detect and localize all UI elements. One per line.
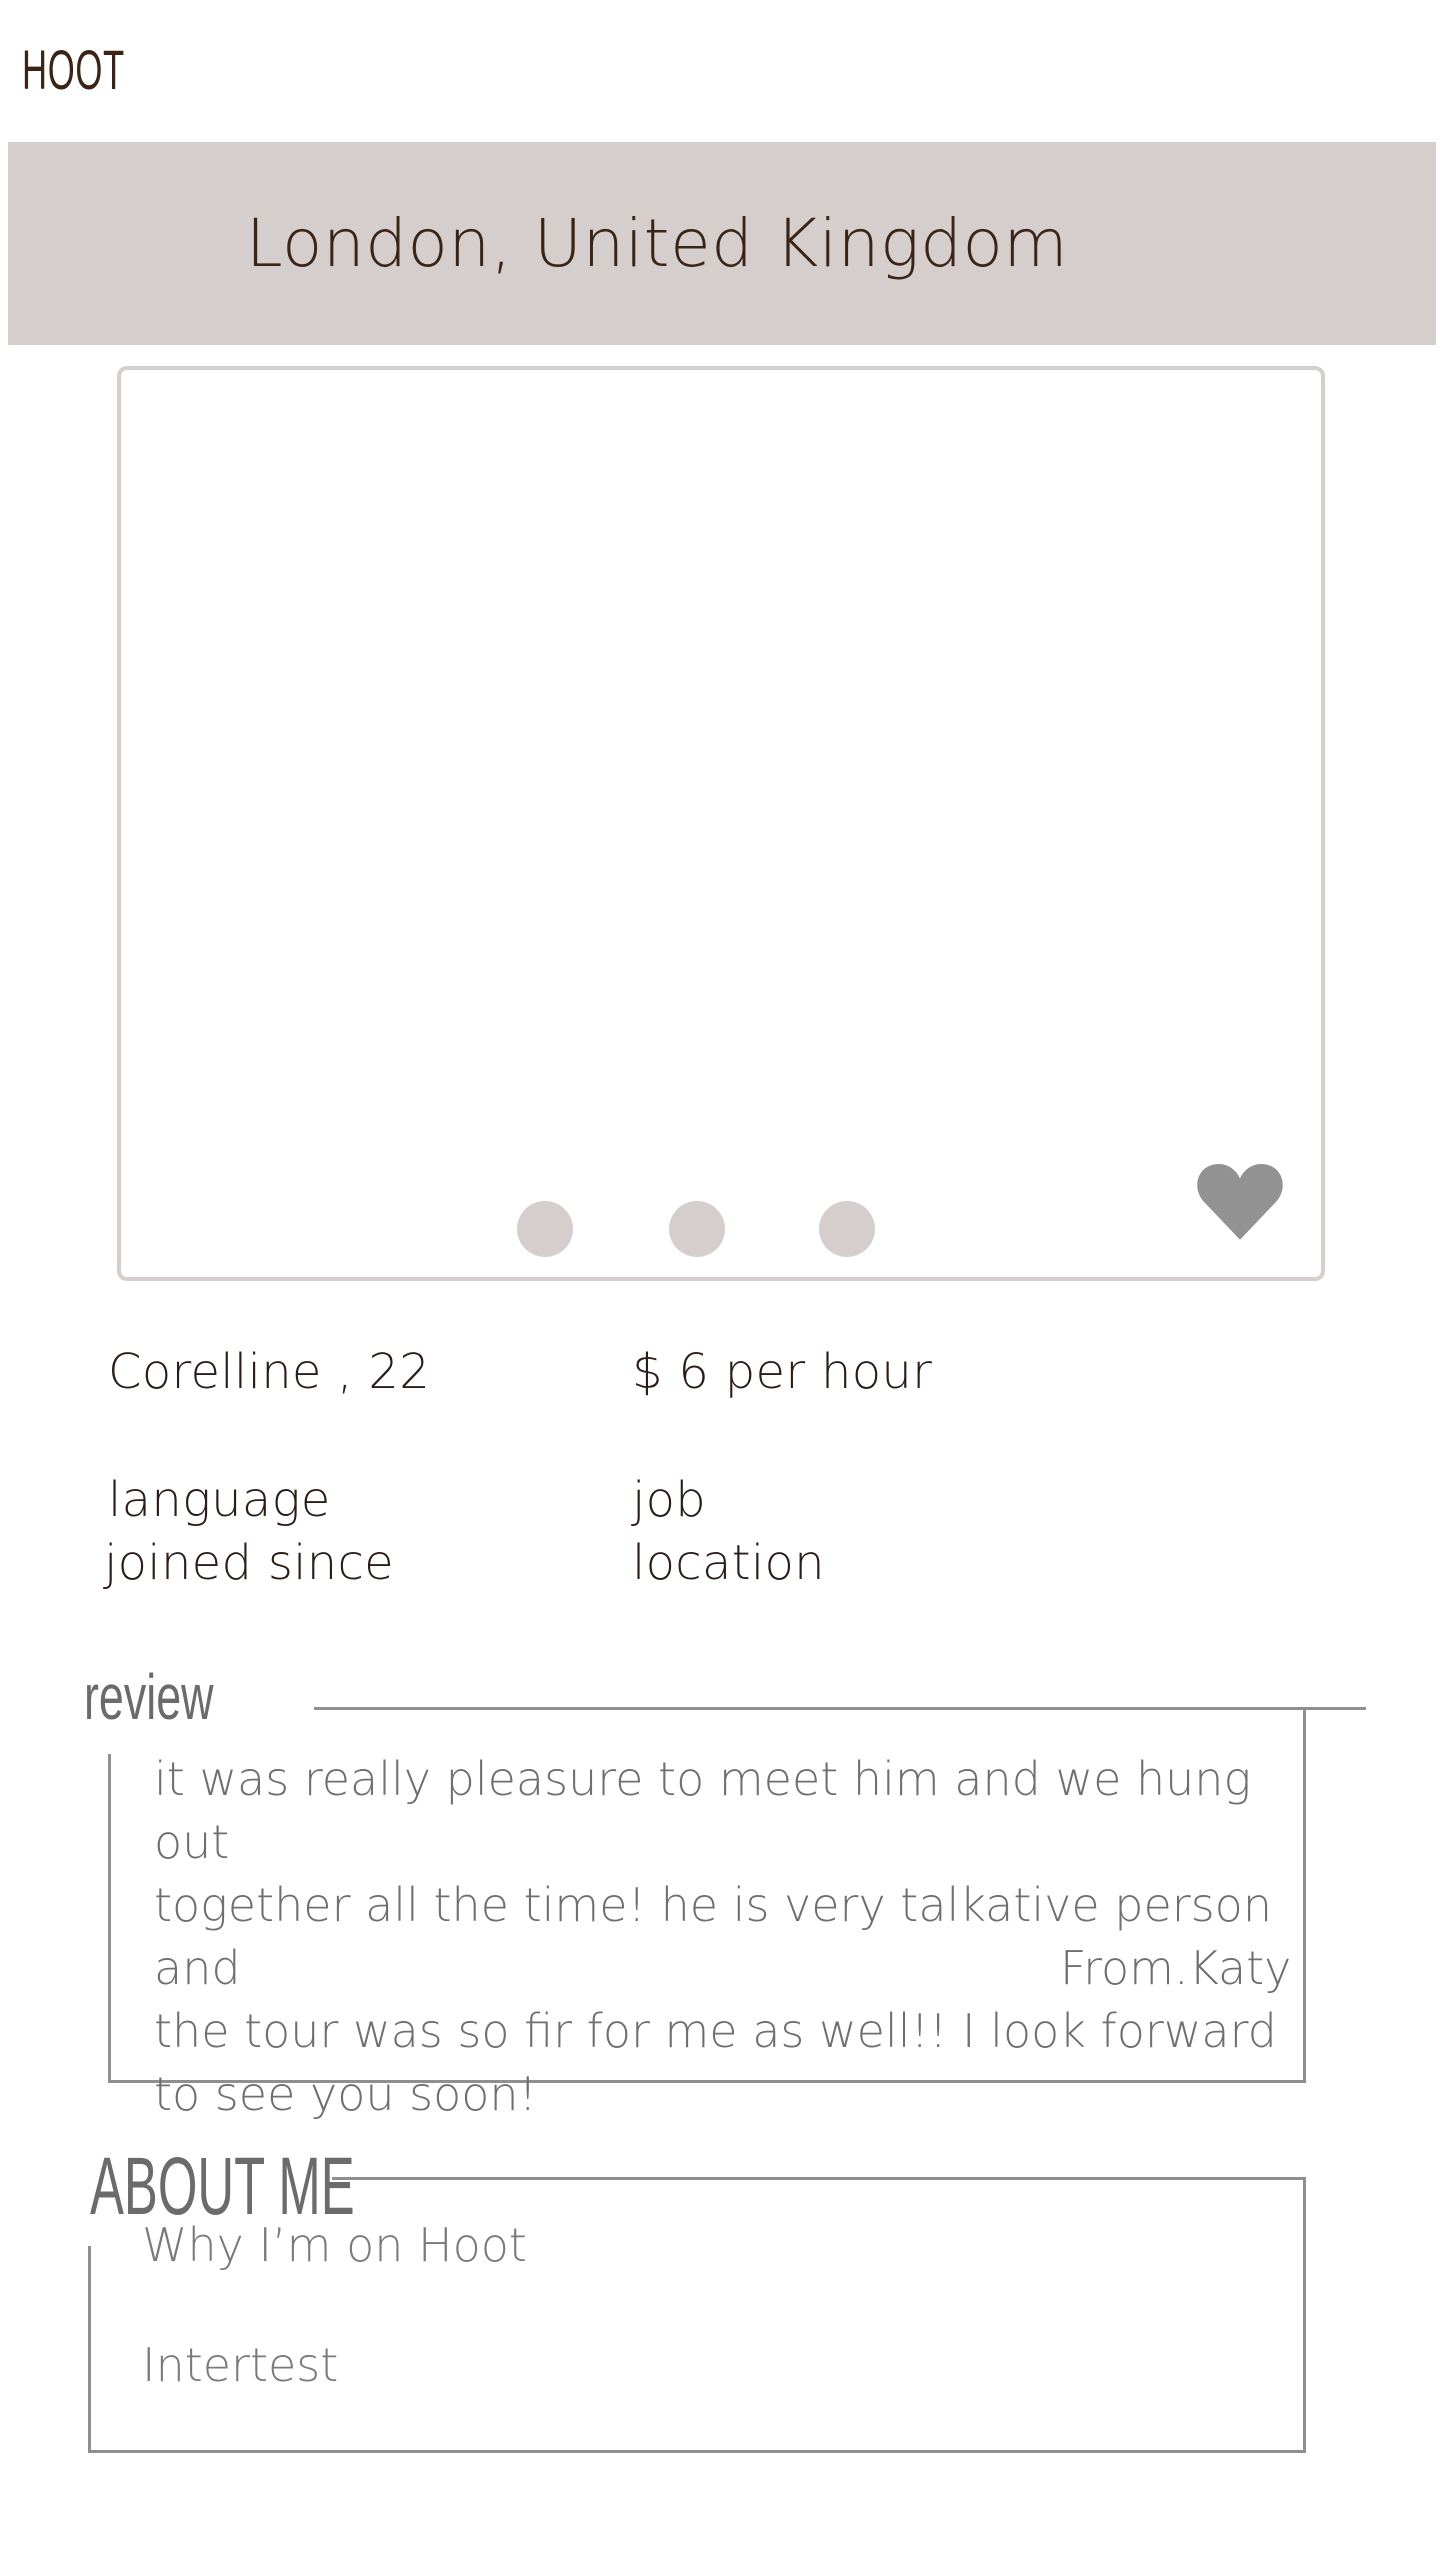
gallery-dot-1[interactable] xyxy=(517,1201,573,1257)
review-line: to see you soon! xyxy=(154,2067,537,2121)
gallery-dot-3[interactable] xyxy=(819,1201,875,1257)
review-author: From.Katy xyxy=(1060,1941,1292,1995)
app-logo[interactable]: HOOT xyxy=(22,30,125,110)
city-header: London, United Kingdom xyxy=(8,142,1436,345)
profile-job: job xyxy=(632,1472,707,1528)
profile-language: language xyxy=(108,1472,331,1528)
gallery-dot-2[interactable] xyxy=(669,1201,725,1257)
city-title: London, United Kingdom xyxy=(245,205,1069,282)
profile-rate: $ 6 per hour xyxy=(632,1344,933,1400)
heart-icon[interactable] xyxy=(1195,1160,1285,1242)
review-title: review xyxy=(84,1661,214,1733)
review-line: it was really pleasure to meet him and w… xyxy=(154,1752,1252,1869)
photo-gallery[interactable] xyxy=(117,366,1325,1281)
profile-joined: joined since xyxy=(104,1535,395,1591)
about-why: Why I’m on Hoot xyxy=(142,2218,527,2272)
review-line: the tour was so fir for me as well!! I l… xyxy=(154,2004,1277,2058)
about-interest: Intertest xyxy=(142,2338,339,2392)
profile-location: location xyxy=(632,1535,825,1591)
profile-name-age: Corelline , 22 xyxy=(108,1344,431,1400)
